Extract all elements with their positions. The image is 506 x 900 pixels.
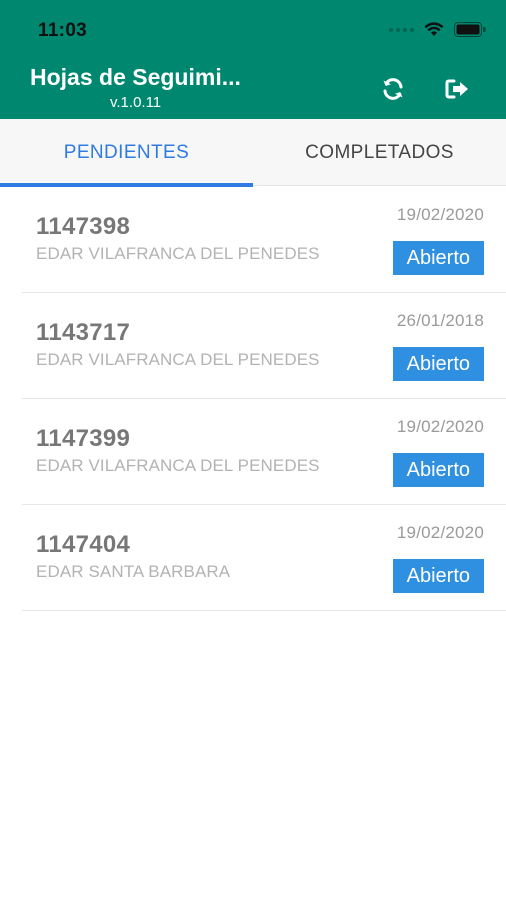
status-badge: Abierto: [392, 453, 484, 487]
item-id: 1143717: [36, 319, 131, 346]
refresh-button[interactable]: [378, 74, 408, 104]
status-badge: Abierto: [392, 241, 484, 275]
status-badge: Abierto: [392, 347, 484, 381]
app-version: v.1.0.11: [110, 94, 162, 111]
tab-pendientes[interactable]: PENDIENTES: [0, 119, 253, 187]
status-badge: Abierto: [392, 559, 484, 593]
item-id: 1147404: [36, 531, 131, 558]
refresh-icon: [383, 78, 403, 100]
app-header: 11:03 Hojas de Seguimi... v.1.0.11: [0, 0, 506, 119]
list-item[interactable]: 1143717 EDAR VILAFRANCA DEL PENEDES 26/0…: [22, 293, 506, 399]
item-date: 26/01/2018: [396, 311, 484, 330]
item-id: 1147399: [36, 425, 131, 452]
wifi-icon: [424, 22, 444, 36]
tab-label: PENDIENTES: [63, 141, 190, 163]
item-place: EDAR VILAFRANCA DEL PENEDES: [36, 244, 320, 263]
item-date: 19/02/2020: [396, 417, 484, 436]
list-item[interactable]: 1147404 EDAR SANTA BARBARA 19/02/2020 Ab…: [22, 505, 506, 611]
logout-button[interactable]: [442, 74, 472, 104]
item-id: 1147398: [36, 213, 131, 240]
pending-list: 1147398 EDAR VILAFRANCA DEL PENEDES 19/0…: [22, 187, 506, 611]
status-bar-icons: [389, 22, 486, 37]
item-date: 19/02/2020: [396, 205, 484, 224]
tab-bar: PENDIENTES COMPLETADOS: [0, 119, 506, 187]
battery-icon: [454, 22, 486, 37]
page-title: Hojas de Seguimi...: [30, 64, 241, 90]
list-item[interactable]: 1147399 EDAR VILAFRANCA DEL PENEDES 19/0…: [22, 399, 506, 505]
list-item[interactable]: 1147398 EDAR VILAFRANCA DEL PENEDES 19/0…: [22, 187, 506, 293]
status-bar-time: 11:03: [38, 20, 88, 41]
tab-completados[interactable]: COMPLETADOS: [253, 119, 506, 186]
signal-icon: [389, 27, 414, 32]
tab-label: COMPLETADOS: [305, 141, 454, 163]
item-date: 19/02/2020: [396, 523, 484, 542]
item-place: EDAR VILAFRANCA DEL PENEDES: [36, 350, 320, 369]
item-place: EDAR SANTA BARBARA: [36, 562, 231, 581]
logout-icon: [445, 79, 468, 99]
item-place: EDAR VILAFRANCA DEL PENEDES: [36, 456, 320, 475]
